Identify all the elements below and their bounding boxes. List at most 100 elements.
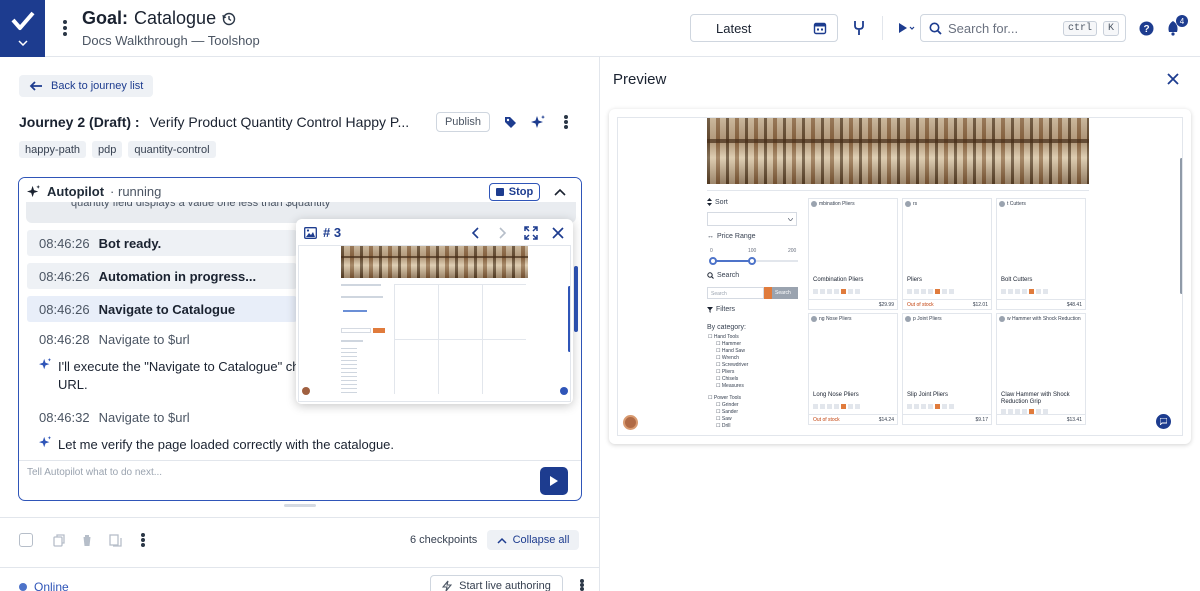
category-hand-tools[interactable]: ☐ Hand Tools — [708, 334, 748, 341]
goal-prefix: Goal: — [82, 8, 129, 28]
sparkle-icon[interactable] — [531, 115, 546, 130]
preview-viewport[interactable]: Sort ↔ Price Range 0 100 200 Search Searc… — [617, 117, 1183, 436]
category-item[interactable]: ☐ Drill — [716, 423, 748, 430]
history-icon[interactable] — [222, 12, 236, 26]
product-card[interactable]: ng Nose Pliers Long Nose Pliers Out of sto… — [808, 313, 898, 425]
qty-label-box — [1001, 289, 1006, 294]
duplicate-icon[interactable] — [108, 533, 122, 547]
product-image-caption: ng Nose Pliers — [811, 316, 852, 322]
search-input[interactable] — [948, 20, 1057, 36]
quantity-stepper[interactable] — [907, 289, 954, 294]
category-item[interactable]: ☐ Screwdriver — [716, 362, 748, 369]
close-icon[interactable] — [1166, 72, 1180, 86]
autopilot-input-area — [19, 460, 581, 500]
product-image-caption: mbination Pliers — [811, 201, 855, 207]
shortcut-k: K — [1102, 20, 1119, 36]
log-entry: 08:46:26 Automation in progress... — [27, 263, 297, 289]
version-select[interactable]: Latest — [690, 14, 838, 42]
stop-button[interactable]: Stop — [489, 183, 540, 201]
status-menu-icon[interactable] — [575, 577, 589, 591]
tag-chip[interactable]: pdp — [92, 141, 123, 158]
category-item[interactable]: ☐ Wrench — [716, 355, 748, 362]
publish-button[interactable]: Publish — [436, 112, 490, 132]
product-image-icon — [999, 316, 1005, 322]
category-item[interactable]: ☐ Saw — [716, 416, 748, 423]
quantity-stepper[interactable] — [813, 289, 860, 294]
quantity-stepper[interactable] — [813, 404, 860, 409]
help-icon[interactable]: ? — [1138, 20, 1154, 36]
toolbar-menu-icon[interactable] — [136, 531, 150, 549]
product-image-icon — [811, 316, 817, 322]
category-item[interactable]: ☐ Sander — [716, 409, 748, 416]
sort-label: Sort — [707, 198, 728, 206]
user-avatar[interactable] — [623, 415, 638, 430]
send-button[interactable] — [540, 467, 568, 495]
filters-label: Filters — [707, 306, 735, 313]
category-item[interactable]: ☐ Measures — [716, 383, 748, 390]
product-card[interactable]: w Hammer with Shock Reduction Claw Hammer… — [996, 313, 1086, 425]
sort-select[interactable] — [707, 212, 797, 226]
start-live-authoring-button[interactable]: Start live authoring — [430, 575, 563, 591]
product-card[interactable]: rs Pliers Out of stock $12.01 — [902, 198, 992, 310]
journey-title: Journey 2 (Draft) : Verify Product Quant… — [19, 114, 409, 130]
category-item[interactable]: ☐ Pliers — [716, 369, 748, 376]
screenshot-thumbnail[interactable] — [298, 245, 571, 402]
select-all-checkbox[interactable] — [19, 533, 33, 547]
goal-menu-icon[interactable] — [58, 18, 72, 38]
product-price: $9.17 — [975, 417, 988, 423]
close-icon[interactable] — [551, 226, 565, 240]
journey-prefix: Journey 2 (Draft) : — [19, 114, 140, 130]
product-footer — [903, 414, 991, 415]
product-card[interactable]: t Cutters Bolt Cutters $48.41 — [996, 198, 1086, 310]
category-item[interactable]: ☐ Hammer — [716, 341, 748, 348]
shortcut-ctrl: ctrl — [1062, 20, 1097, 36]
product-image-caption: t Cutters — [999, 201, 1026, 207]
price-min-handle[interactable] — [709, 257, 717, 265]
trash-icon[interactable] — [80, 533, 94, 547]
tag-icon[interactable] — [503, 115, 517, 129]
store-search-button[interactable]: Search — [764, 287, 798, 299]
collapse-all-button[interactable]: Collapse all — [487, 530, 579, 550]
chat-icon[interactable] — [1156, 414, 1171, 429]
tag-chip[interactable]: quantity-control — [128, 141, 216, 158]
fullscreen-icon[interactable] — [523, 225, 539, 241]
chevron-left-icon[interactable] — [468, 226, 482, 240]
qty-label-box — [813, 289, 818, 294]
product-card[interactable]: mbination Pliers Combination Pliers $29.99 — [808, 198, 898, 310]
global-search[interactable]: ctrl K — [920, 14, 1126, 42]
product-image-icon — [811, 201, 817, 207]
qty-label-box — [907, 289, 912, 294]
svg-text:?: ? — [1143, 24, 1149, 35]
online-dot — [19, 583, 27, 591]
run-dropdown-icon[interactable] — [896, 19, 916, 37]
price-fill — [712, 260, 752, 262]
product-footer — [997, 299, 1085, 300]
preview-scrollbar[interactable] — [1180, 158, 1182, 294]
store-search-input[interactable]: Search — [707, 287, 764, 299]
preview-title: Preview — [613, 71, 667, 88]
collapse-autopilot-icon[interactable] — [553, 185, 567, 199]
tag-chip[interactable]: happy-path — [19, 141, 87, 158]
goal-subtitle: Docs Walkthrough — Toolshop — [82, 33, 260, 48]
category-item[interactable]: ☐ Hand Saw — [716, 348, 748, 355]
category-power-tools[interactable]: ☐ Power Tools — [708, 395, 748, 402]
category-item[interactable]: ☐ Grinder — [716, 402, 748, 409]
product-image-icon — [999, 201, 1005, 207]
product-card[interactable]: p Joint Pliers Slip Joint Pliers $9.17 — [902, 313, 992, 425]
chevron-right-icon[interactable] — [496, 226, 510, 240]
app-logo[interactable] — [0, 0, 45, 57]
category-item[interactable]: ☐ Chisels — [716, 376, 748, 383]
branch-icon[interactable] — [850, 19, 868, 37]
resize-handle[interactable] — [284, 504, 316, 507]
quantity-stepper[interactable] — [907, 404, 954, 409]
autopilot-status: · running — [110, 184, 162, 199]
autopilot-scrollbar[interactable] — [574, 266, 578, 332]
copy-icon[interactable] — [52, 533, 66, 547]
log-entry[interactable]: 08:46:26 Navigate to Catalogue — [27, 296, 297, 322]
back-to-journeys-button[interactable]: Back to journey list — [19, 75, 154, 97]
price-max-handle[interactable] — [748, 257, 756, 265]
journey-menu-icon[interactable] — [559, 113, 573, 131]
product-image-caption: w Hammer with Shock Reduction — [999, 316, 1081, 322]
autopilot-input[interactable] — [27, 467, 427, 478]
quantity-stepper[interactable] — [1001, 289, 1048, 294]
